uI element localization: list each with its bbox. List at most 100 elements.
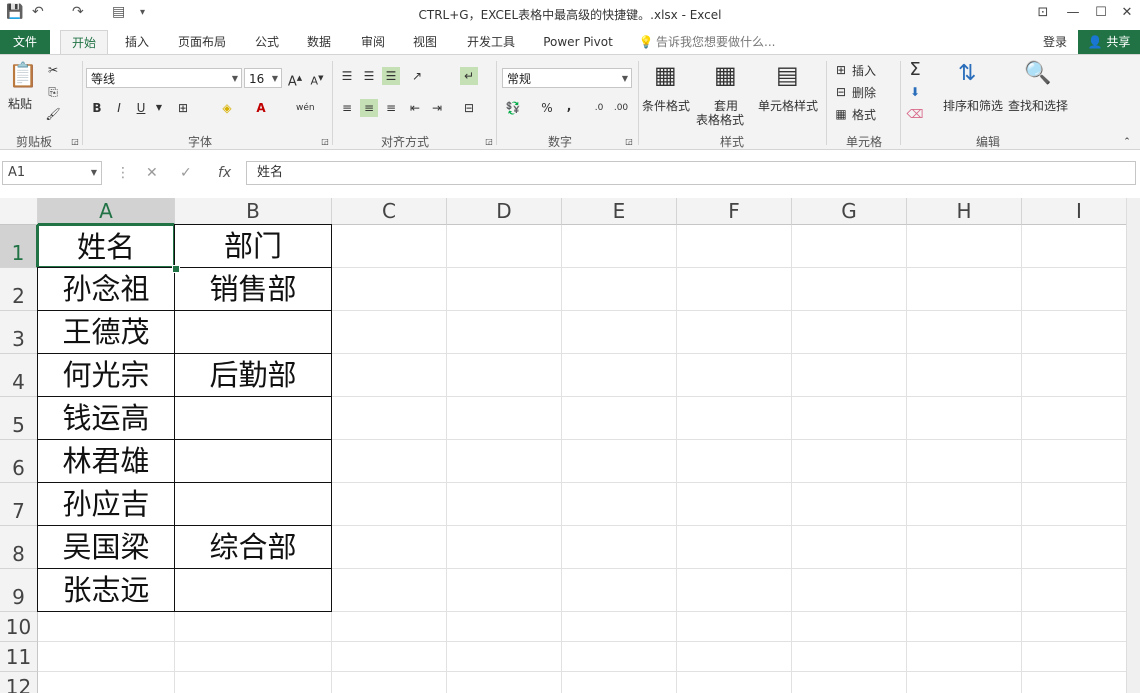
row-header-7[interactable]: 7 [0, 483, 38, 526]
tab-insert[interactable]: 插入 [116, 30, 158, 54]
cell-d6[interactable] [447, 440, 562, 483]
cell-d7[interactable] [447, 483, 562, 526]
cell-b10[interactable] [175, 612, 332, 642]
row-header-11[interactable]: 11 [0, 642, 38, 672]
column-header-h[interactable]: H [907, 198, 1022, 225]
cell-e8[interactable] [562, 526, 677, 569]
cell-e6[interactable] [562, 440, 677, 483]
cell-a4[interactable]: 何光宗 [37, 353, 175, 397]
cell-h2[interactable] [907, 268, 1022, 311]
align-center-icon[interactable]: ≡ [360, 99, 378, 117]
cell-c7[interactable] [332, 483, 447, 526]
share-button[interactable]: 👤 共享 [1078, 30, 1140, 54]
cell-b4[interactable]: 后勤部 [174, 353, 332, 397]
cell-h6[interactable] [907, 440, 1022, 483]
cell-b11[interactable] [175, 642, 332, 672]
cell-g5[interactable] [792, 397, 907, 440]
cell-f9[interactable] [677, 569, 792, 612]
cell-styles-icon[interactable]: ▤ [776, 61, 799, 89]
cell-f5[interactable] [677, 397, 792, 440]
row-header-4[interactable]: 4 [0, 354, 38, 397]
font-size-select[interactable]: 16 ▼ [244, 68, 282, 88]
chevron-down-icon[interactable]: ▼ [150, 99, 168, 117]
cell-g6[interactable] [792, 440, 907, 483]
paste-button[interactable]: 粘贴 [8, 95, 32, 112]
conditional-format-icon[interactable]: ▦ [654, 61, 677, 89]
cell-c6[interactable] [332, 440, 447, 483]
cell-c1[interactable] [332, 225, 447, 268]
column-header-e[interactable]: E [562, 198, 677, 225]
column-header-c[interactable]: C [332, 198, 447, 225]
column-header-f[interactable]: F [677, 198, 792, 225]
align-bottom-icon[interactable]: ☰ [382, 67, 400, 85]
cell-h3[interactable] [907, 311, 1022, 354]
cell-h7[interactable] [907, 483, 1022, 526]
cell-g7[interactable] [792, 483, 907, 526]
row-header-8[interactable]: 8 [0, 526, 38, 569]
cell-b7[interactable] [174, 482, 332, 526]
increase-indent-icon[interactable]: ⇥ [428, 99, 446, 117]
row-header-3[interactable]: 3 [0, 311, 38, 354]
cell-e7[interactable] [562, 483, 677, 526]
cell-i4[interactable] [1022, 354, 1126, 397]
cell-f6[interactable] [677, 440, 792, 483]
cell-i5[interactable] [1022, 397, 1126, 440]
fill-color-icon[interactable]: ◈ [218, 99, 236, 117]
font-name-select[interactable]: 等线 ▼ [86, 68, 242, 88]
cell-i11[interactable] [1022, 642, 1126, 672]
cell-a9[interactable]: 张志远 [37, 568, 175, 612]
cell-g2[interactable] [792, 268, 907, 311]
cell-f4[interactable] [677, 354, 792, 397]
accounting-format-icon[interactable]: 💱 [504, 99, 522, 117]
bold-button[interactable]: B [88, 99, 106, 117]
cell-a12[interactable] [38, 672, 175, 693]
formula-input[interactable]: 姓名 [246, 161, 1136, 185]
sort-filter-icon[interactable]: ⇅ [958, 61, 976, 86]
cell-b5[interactable] [174, 396, 332, 440]
cell-e10[interactable] [562, 612, 677, 642]
align-right-icon[interactable]: ≡ [382, 99, 400, 117]
cell-d3[interactable] [447, 311, 562, 354]
tab-page-layout[interactable]: 页面布局 [170, 30, 234, 54]
increase-font-icon[interactable]: A▲ [286, 69, 304, 89]
cell-b12[interactable] [175, 672, 332, 693]
insert-cells-button[interactable]: 插入 [852, 62, 876, 79]
cell-c9[interactable] [332, 569, 447, 612]
maximize-icon[interactable]: ☐ [1088, 2, 1114, 24]
cell-f2[interactable] [677, 268, 792, 311]
number-format-select[interactable]: 常规 ▼ [502, 68, 632, 88]
italic-button[interactable]: I [110, 99, 128, 117]
name-box[interactable]: A1 ▼ [2, 161, 102, 185]
login-link[interactable]: 登录 [1036, 30, 1074, 54]
cut-icon[interactable]: ✂ [44, 61, 62, 79]
cell-a5[interactable]: 钱运高 [37, 396, 175, 440]
cell-f12[interactable] [677, 672, 792, 693]
row-header-5[interactable]: 5 [0, 397, 38, 440]
column-header-d[interactable]: D [447, 198, 562, 225]
cell-c8[interactable] [332, 526, 447, 569]
tab-formulas[interactable]: 公式 [246, 30, 288, 54]
tab-power-pivot[interactable]: Power Pivot [536, 30, 620, 54]
collapse-ribbon-icon[interactable]: ⌃ [1118, 133, 1136, 151]
align-left-icon[interactable]: ≡ [338, 99, 356, 117]
cell-i3[interactable] [1022, 311, 1126, 354]
cell-d10[interactable] [447, 612, 562, 642]
cell-f3[interactable] [677, 311, 792, 354]
tab-data[interactable]: 数据 [298, 30, 340, 54]
column-header-g[interactable]: G [792, 198, 907, 225]
cell-g10[interactable] [792, 612, 907, 642]
cell-d11[interactable] [447, 642, 562, 672]
merge-center-icon[interactable]: ⊟ [460, 99, 478, 117]
find-select-button[interactable]: 查找和选择 [1008, 97, 1068, 114]
row-header-10[interactable]: 10 [0, 612, 38, 642]
cell-i8[interactable] [1022, 526, 1126, 569]
cell-c2[interactable] [332, 268, 447, 311]
cell-c11[interactable] [332, 642, 447, 672]
cell-e2[interactable] [562, 268, 677, 311]
delete-cells-button[interactable]: 删除 [852, 84, 876, 101]
row-header-9[interactable]: 9 [0, 569, 38, 612]
number-launcher-icon[interactable]: ◲ [620, 133, 638, 151]
cell-a11[interactable] [38, 642, 175, 672]
column-header-b[interactable]: B [175, 198, 332, 225]
format-cells-button[interactable]: 格式 [852, 106, 876, 123]
